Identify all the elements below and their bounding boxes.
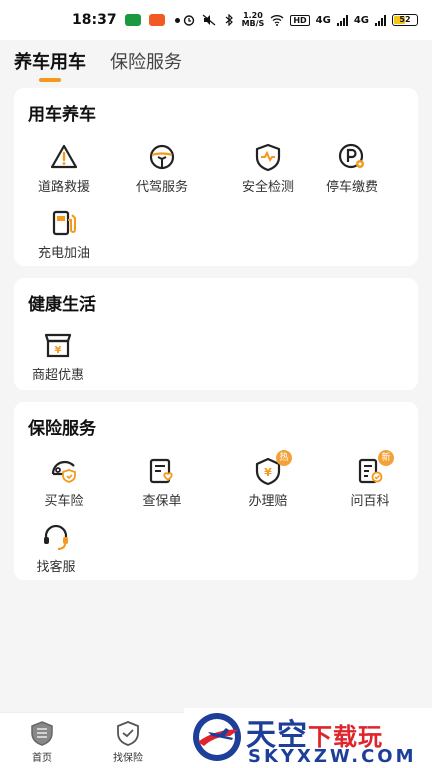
network-type-2: 4G [353,14,369,26]
fuel-pump-icon [52,210,76,236]
nav-home[interactable]: 首页 [12,719,72,764]
battery-percent: 52 [399,15,411,24]
shield-pulse-icon [255,143,281,172]
bluetooth-icon [225,14,233,26]
parking-payment-button[interactable]: 停车缴费 [302,142,402,195]
status-indicators: 1.20 MB/S HD 4G 4G 52 [182,12,418,28]
message-app-icon [124,14,141,26]
hd-badge: HD [290,14,310,26]
buy-car-insurance-button[interactable]: 买车险 [14,456,114,509]
parking-icon [338,143,364,169]
svg-text:¥: ¥ [55,345,62,356]
nav-home-label: 首页 [32,753,52,764]
designated-driver-button[interactable]: 代驾服务 [112,142,212,195]
road-rescue-button[interactable]: 道路救援 [14,142,114,195]
home-shield-icon [31,721,53,746]
insurance-check-icon [117,721,139,746]
tab-car-care[interactable]: 养车用车 [14,40,86,74]
customer-service-label: 找客服 [36,560,76,575]
mute-icon [202,14,215,26]
signal-bars-2 [375,14,386,26]
insurance-encyclopedia-button[interactable]: 新 问百科 [320,450,420,509]
supermarket-discount-button[interactable]: ¥ 商超优惠 [8,330,108,383]
check-policy-label: 查保单 [142,494,182,509]
charging-refuel-label: 充电加油 [37,246,90,261]
insurance-service-card: 保险服务 买车险 查保单 热 ¥ 办理赔 新 问百科 找客服 [14,402,418,580]
more-notifications-icon [174,17,180,23]
file-claim-label: 办理赔 [248,494,288,509]
alarm-icon [183,15,194,26]
check-policy-button[interactable]: 查保单 [112,456,212,509]
car-shield-icon [51,460,76,483]
site-watermark: 天空下载玩 SKYXZW.COM [184,708,432,768]
nav-find-insurance[interactable]: 找保险 [98,719,158,764]
notification-app-icon [148,14,165,26]
headset-icon [44,524,68,550]
hot-badge: 热 [276,450,292,466]
steering-wheel-icon [149,144,175,170]
healthy-life-card: 健康生活 ¥ 商超优惠 [14,278,418,390]
warning-triangle-icon [50,144,78,169]
svg-text:¥: ¥ [264,466,272,479]
watermark-logo-icon [193,713,241,761]
supermarket-discount-label: 商超优惠 [31,368,84,383]
network-type-1: 4G [315,14,331,26]
section-title-insurance-service: 保险服务 [28,419,96,439]
charging-refuel-button[interactable]: 充电加油 [14,208,114,261]
watermark-url: SKYXZW.COM [248,746,417,767]
signal-bars-1 [336,14,348,26]
tab-insurance-service[interactable]: 保险服务 [110,40,182,74]
wifi-icon [270,15,284,26]
buy-car-insurance-label: 买车险 [44,494,84,509]
designated-driver-label: 代驾服务 [135,180,188,195]
insurance-encyclopedia-label: 问百科 [350,494,390,509]
policy-document-icon [149,458,173,484]
status-time: 18:37 [72,12,117,28]
new-badge: 新 [378,450,394,466]
car-care-card: 用车养车 道路救援 代驾服务 安全检测 停车缴费 充电加油 [14,88,418,266]
nav-find-insurance-label: 找保险 [113,753,143,764]
file-claim-button[interactable]: 热 ¥ 办理赔 [218,450,318,509]
battery-indicator: 52 [392,14,418,26]
customer-service-button[interactable]: 找客服 [6,522,106,575]
section-title-car-care: 用车养车 [28,105,96,125]
section-title-healthy-life: 健康生活 [28,295,96,315]
road-rescue-label: 道路救援 [37,180,90,195]
network-speed: 1.20 MB/S [241,11,265,28]
status-bar: 18:37 1.20 MB/S HD 4G 4G 52 [0,0,432,40]
parking-payment-label: 停车缴费 [325,180,378,195]
store-icon: ¥ [44,333,72,358]
top-tabs: 养车用车 保险服务 [0,40,432,82]
